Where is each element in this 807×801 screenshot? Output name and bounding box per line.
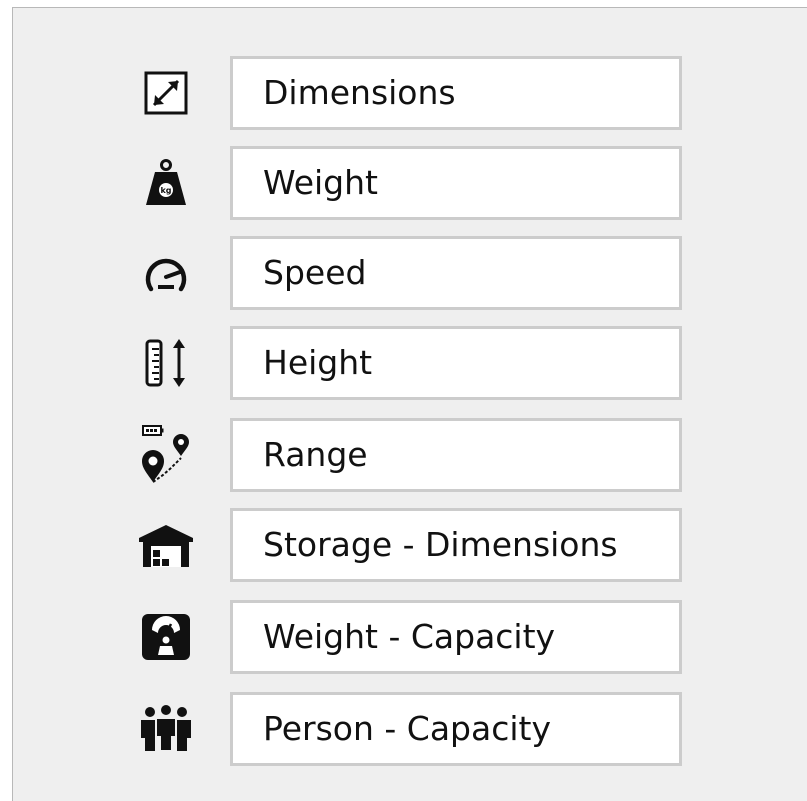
kg-weight-icon: kg [138, 159, 194, 207]
spec-label: Storage - Dimensions [263, 525, 618, 564]
spec-label: Person - Capacity [263, 709, 551, 748]
spec-label-box: Weight [230, 146, 682, 220]
speedometer-icon [138, 249, 194, 297]
spec-label-box: Height [230, 326, 682, 400]
svg-text:kg: kg [160, 186, 171, 195]
spec-label: Speed [263, 253, 367, 292]
spec-label: Weight [263, 163, 378, 202]
spec-panel: Dimensions kg Weight Speed Height Range … [12, 7, 807, 801]
spec-label-box: Range [230, 418, 682, 492]
spec-row-speed: Speed [13, 236, 807, 310]
battery-route-pins-icon [138, 425, 194, 483]
spec-label-box: Speed [230, 236, 682, 310]
spec-row-weight-capacity: Weight - Capacity [13, 600, 807, 674]
spec-row-weight: kg Weight [13, 146, 807, 220]
warehouse-icon [138, 521, 194, 569]
people-group-icon [138, 705, 194, 753]
resize-arrows-icon [138, 69, 194, 117]
spec-row-person-capacity: Person - Capacity [13, 692, 807, 766]
spec-label-box: Dimensions [230, 56, 682, 130]
spec-label: Height [263, 343, 373, 382]
scale-icon [138, 613, 194, 661]
ruler-height-icon [138, 339, 194, 387]
spec-row-range: Range [13, 418, 807, 492]
spec-label-box: Person - Capacity [230, 692, 682, 766]
spec-row-storage-dimensions: Storage - Dimensions [13, 508, 807, 582]
spec-row-height: Height [13, 326, 807, 400]
spec-label-box: Weight - Capacity [230, 600, 682, 674]
spec-row-dimensions: Dimensions [13, 56, 807, 130]
spec-label-box: Storage - Dimensions [230, 508, 682, 582]
spec-label: Range [263, 435, 368, 474]
spec-label: Weight - Capacity [263, 617, 556, 656]
spec-label: Dimensions [263, 73, 456, 112]
